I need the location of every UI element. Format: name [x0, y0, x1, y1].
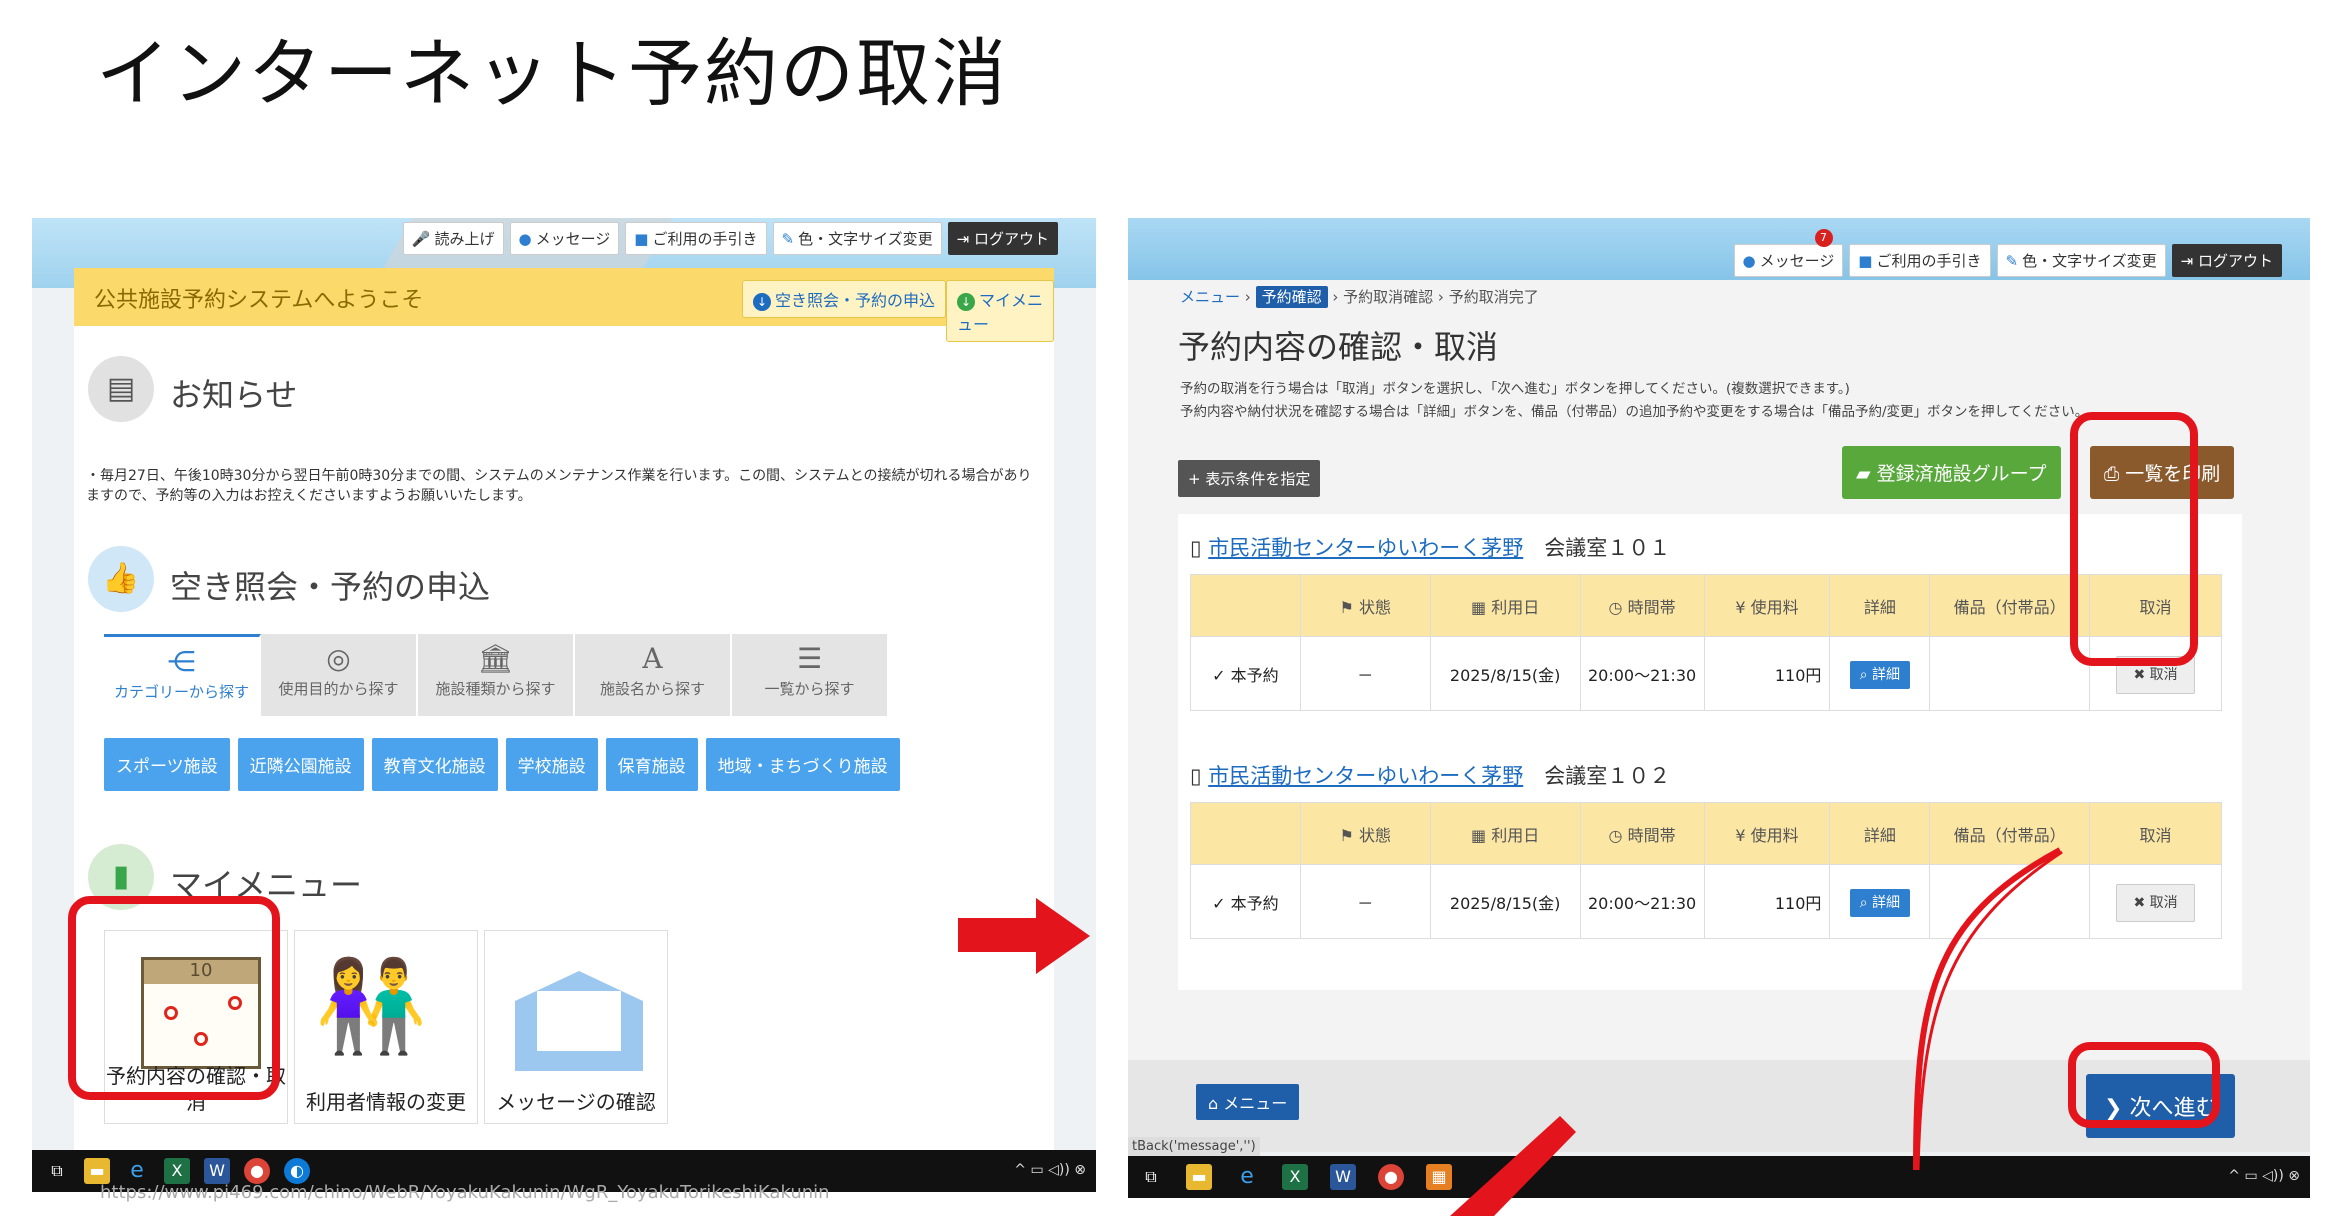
annotation-overlay [1450, 847, 2063, 1216]
